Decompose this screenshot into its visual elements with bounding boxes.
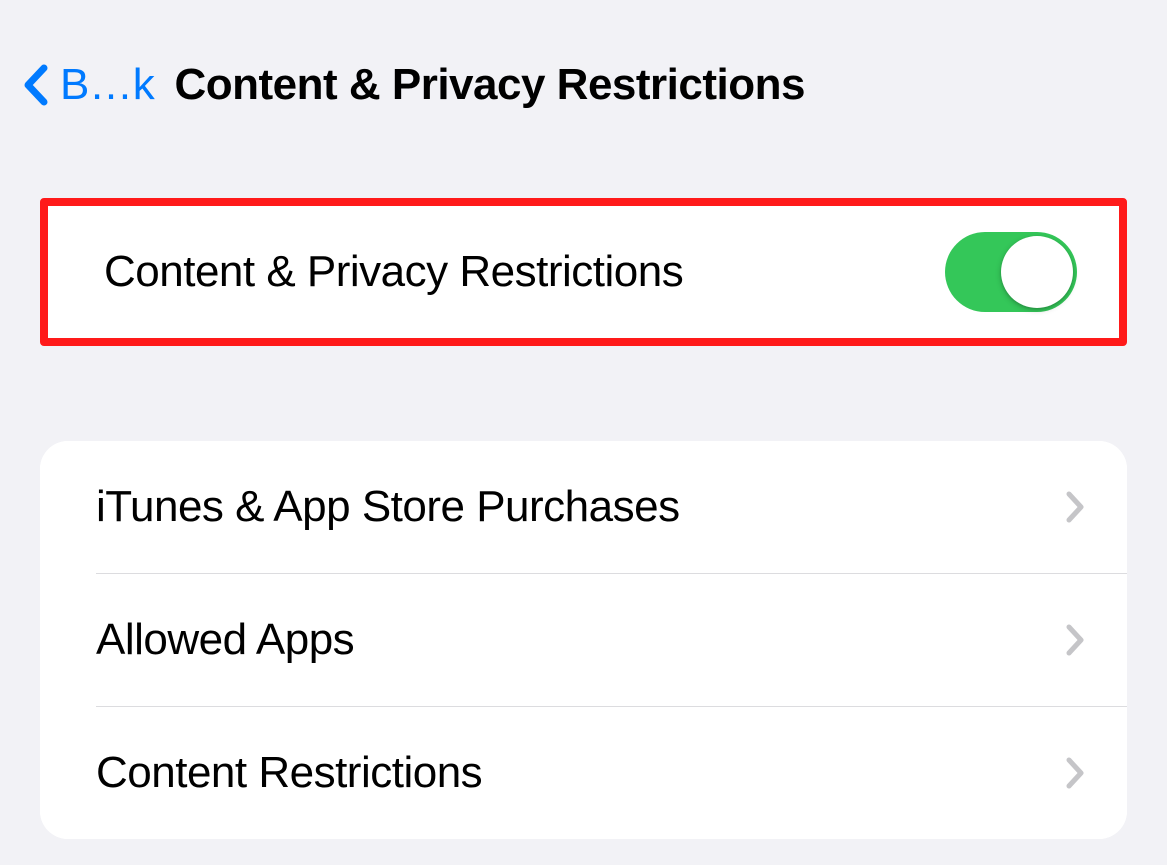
- menu-item-label: Content Restrictions: [96, 748, 482, 798]
- menu-item-content-restrictions[interactable]: Content Restrictions: [40, 707, 1127, 839]
- nav-header: B…k Content & Privacy Restrictions: [0, 0, 1167, 140]
- menu-item-label: Allowed Apps: [96, 615, 354, 665]
- menu-item-label: iTunes & App Store Purchases: [96, 482, 680, 532]
- menu-section: iTunes & App Store Purchases Allowed App…: [40, 441, 1127, 839]
- chevron-right-icon: [1065, 756, 1085, 790]
- toggle-row-label: Content & Privacy Restrictions: [104, 247, 683, 297]
- page-title: Content & Privacy Restrictions: [174, 60, 805, 110]
- chevron-right-icon: [1065, 490, 1085, 524]
- chevron-left-icon: [20, 64, 50, 106]
- back-button[interactable]: B…k: [20, 60, 154, 110]
- menu-item-itunes-purchases[interactable]: iTunes & App Store Purchases: [40, 441, 1127, 573]
- menu-item-allowed-apps[interactable]: Allowed Apps: [40, 574, 1127, 706]
- content-privacy-toggle-row[interactable]: Content & Privacy Restrictions: [48, 206, 1119, 338]
- chevron-right-icon: [1065, 623, 1085, 657]
- toggle-thumb: [1001, 236, 1073, 308]
- back-label: B…k: [60, 60, 154, 110]
- toggle-section-highlighted: Content & Privacy Restrictions: [40, 198, 1127, 346]
- content-privacy-toggle[interactable]: [945, 232, 1077, 312]
